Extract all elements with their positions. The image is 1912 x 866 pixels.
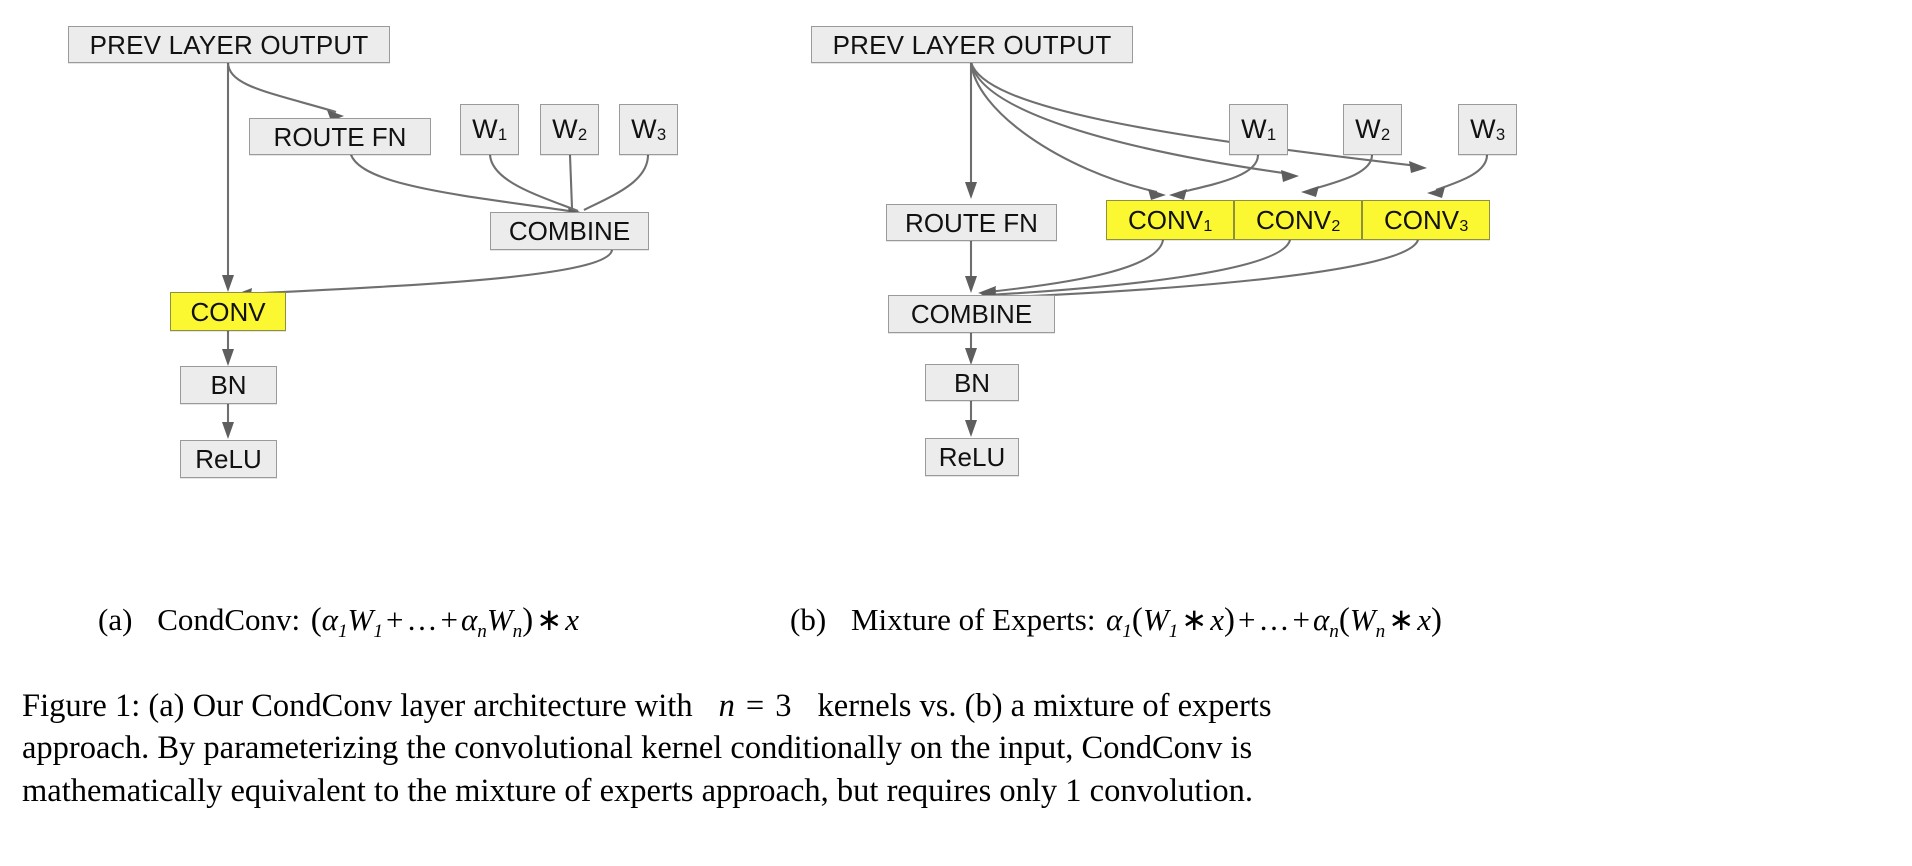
node-label: W	[1470, 114, 1496, 144]
edge-b-conv1-combine	[978, 239, 1165, 298]
node-label-subscript: 1	[1266, 125, 1277, 145]
caption-n-value: 3	[775, 688, 792, 724]
edge-a-w2-combine	[568, 154, 574, 209]
node-b-conv3[interactable]: CONV 3	[1362, 200, 1490, 240]
node-label: CONV	[1127, 205, 1204, 235]
node-a-prev-layer-output[interactable]: PREV LAYER OUTPUT	[68, 26, 390, 63]
node-a-conv[interactable]: CONV	[170, 292, 286, 331]
subcaption-b-name: Mixture of Experts:	[850, 602, 1096, 637]
caption-line3-text: mathematically equivalent to the mixture…	[22, 772, 1254, 809]
edge-b-conv2-combine	[978, 239, 1292, 301]
edge-b-route-combine	[965, 241, 977, 293]
subcaption-a-name: CondConv:	[157, 602, 301, 637]
subcaption-b: (b) Mixture of Experts: α1(W1∗x)+…+αn(Wn∗x…	[790, 602, 1442, 642]
edge-a-conv-bn	[222, 331, 234, 366]
node-label: W	[552, 114, 578, 144]
caption-line2-text: approach. By parameterizing the convolut…	[22, 730, 1253, 767]
edge-b-prev-conv1	[969, 61, 1166, 200]
node-label: BN	[210, 370, 247, 400]
node-a-w2[interactable]: W2	[540, 104, 599, 155]
caption-line1-part-b: kernels vs. (b) a mixture of experts	[817, 688, 1272, 724]
node-b-conv2[interactable]: CONV 2	[1234, 200, 1362, 240]
node-label: COMBINE	[508, 216, 631, 246]
node-label-subscript: 2	[1331, 216, 1341, 235]
edge-a-route-combine	[348, 149, 585, 219]
node-label-subscript: 2	[577, 125, 588, 145]
subcaption-b-formula: α1(W1∗x)+…+αn(Wn∗x)	[1106, 602, 1442, 642]
node-label: ReLU	[195, 444, 262, 474]
node-label: CONV	[1383, 205, 1460, 235]
subcaption-b-tag: (b)	[790, 602, 827, 637]
figure-caption-line-2: approach. By parameterizing the convolut…	[22, 727, 1892, 769]
node-b-w3[interactable]: W3	[1458, 104, 1517, 155]
node-label-subscript: 3	[656, 125, 667, 145]
edge-b-w1-conv1	[1169, 154, 1260, 200]
node-label: ROUTE FN	[905, 207, 1038, 238]
edge-b-combine-bn	[965, 333, 977, 365]
node-label: W	[1355, 114, 1381, 144]
node-a-combine[interactable]: COMBINE	[490, 212, 649, 250]
node-label-subscript: 1	[497, 125, 508, 145]
subcaption-a-formula: (α1W1+…+αnWn)∗x	[310, 602, 579, 642]
edge-b-w2-conv2	[1301, 154, 1374, 197]
node-a-w1[interactable]: W1	[460, 104, 519, 155]
edge-b-prev-route	[965, 62, 977, 199]
figure-caption-line-3: mathematically equivalent to the mixture…	[22, 770, 1892, 812]
node-label: CONV	[190, 296, 266, 327]
node-label: ROUTE FN	[273, 121, 407, 152]
subcaption-a-tag: (a)	[98, 602, 133, 637]
node-label: ReLU	[938, 442, 1006, 472]
node-label: W	[1241, 114, 1267, 144]
figure-root: PREV LAYER OUTPUT ROUTE FN W1 W2 W3 COMB…	[0, 0, 1912, 866]
edge-a-w1-combine	[488, 154, 579, 212]
node-label: PREV LAYER OUTPUT	[832, 29, 1112, 60]
edge-a-bn-relu	[222, 404, 234, 439]
caption-n-var: n	[718, 688, 735, 724]
node-a-route-fn[interactable]: ROUTE FN	[249, 118, 431, 155]
node-b-conv1[interactable]: CONV 1	[1106, 200, 1234, 240]
edge-a-prev-route	[226, 61, 344, 121]
subcaption-a: (a) CondConv: (α1W1+…+αnWn)∗x	[98, 602, 579, 642]
node-label-subscript: 1	[1203, 216, 1213, 235]
node-label: PREV LAYER OUTPUT	[89, 29, 369, 60]
figure-caption: Figure 1: (a) Our CondConv layer archite…	[22, 685, 1892, 812]
edge-b-w3-conv3	[1427, 154, 1489, 198]
figure-caption-line-1: Figure 1: (a) Our CondConv layer archite…	[22, 685, 1892, 727]
edge-a-prev-conv	[222, 62, 234, 292]
node-a-relu[interactable]: ReLU	[180, 440, 277, 478]
node-b-w1[interactable]: W1	[1229, 104, 1288, 155]
caption-equals: =	[745, 688, 765, 724]
node-b-combine[interactable]: COMBINE	[888, 295, 1055, 333]
edge-a-combine-conv	[234, 249, 614, 300]
node-b-prev-layer-output[interactable]: PREV LAYER OUTPUT	[811, 26, 1133, 63]
node-label: CONV	[1255, 205, 1332, 235]
node-a-w3[interactable]: W3	[619, 104, 678, 155]
node-label-subscript: 3	[1495, 125, 1506, 145]
edge-a-w3-combine	[583, 154, 650, 211]
node-label-subscript: 3	[1459, 216, 1469, 235]
node-label-subscript: 2	[1380, 125, 1391, 145]
node-b-route-fn[interactable]: ROUTE FN	[886, 204, 1057, 241]
caption-line1-part-a: Figure 1: (a) Our CondConv layer archite…	[22, 688, 693, 724]
node-b-bn[interactable]: BN	[925, 364, 1019, 401]
node-b-relu[interactable]: ReLU	[925, 438, 1019, 476]
node-label: BN	[953, 367, 991, 398]
edge-b-bn-relu	[965, 401, 977, 437]
node-a-bn[interactable]: BN	[180, 366, 277, 404]
node-b-w2[interactable]: W2	[1343, 104, 1402, 155]
node-label: W	[631, 114, 657, 144]
node-label: W	[472, 114, 498, 144]
node-label: COMBINE	[910, 299, 1033, 329]
